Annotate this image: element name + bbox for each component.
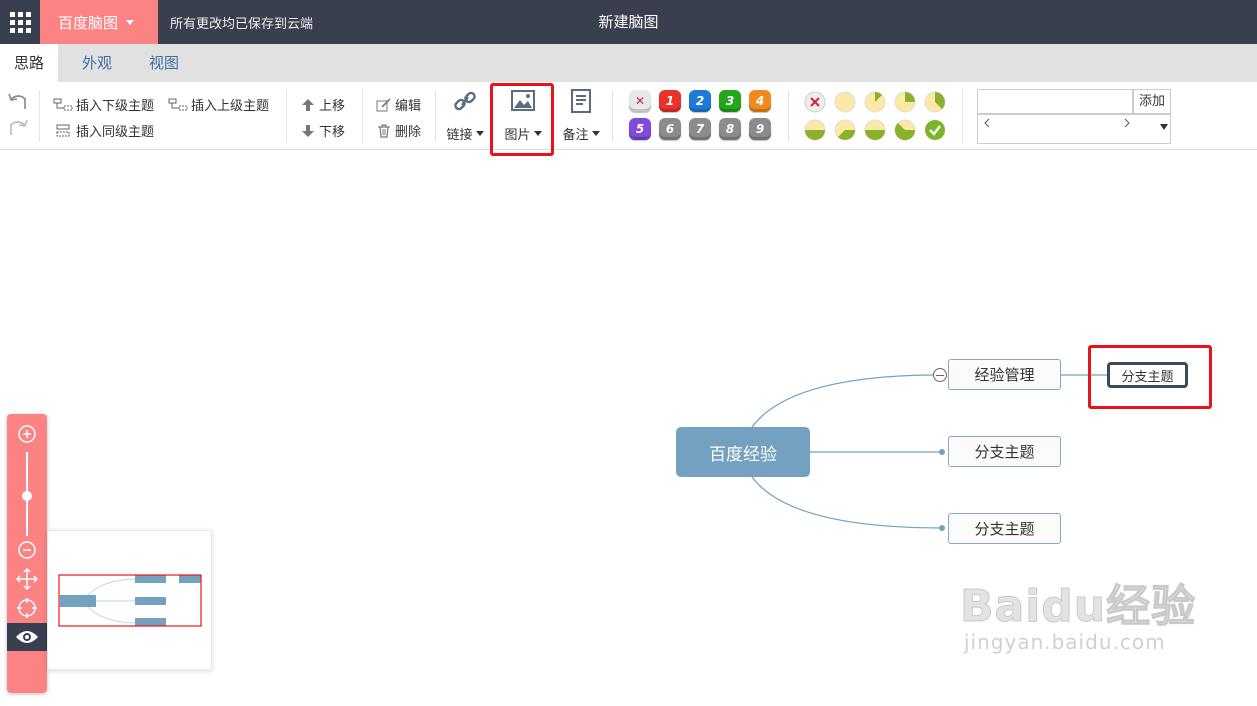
tab-appearance[interactable]: 外观 [68,44,126,82]
link-icon [454,91,476,111]
resource-list[interactable] [977,114,1171,144]
delete-label: 删除 [395,125,422,140]
priority-5-icon[interactable]: 5 [629,118,651,140]
move-icon[interactable] [16,568,38,590]
chevron-down-icon[interactable] [1159,123,1169,131]
insert-sibling-label: 插入同级主题 [76,125,155,140]
edit-icon [376,97,391,111]
tab-view[interactable]: 视图 [135,44,193,82]
delete-button[interactable]: 删除 [376,121,421,140]
resource-add-button[interactable]: 添加 [1133,89,1171,114]
priority-4-icon[interactable]: 4 [749,90,771,112]
navigator-map [58,574,202,627]
priority-7-icon[interactable]: 7 [689,118,711,140]
priority-2-icon[interactable]: 2 [689,90,711,112]
navigator-preview[interactable] [47,530,212,670]
locate-icon[interactable] [16,597,38,619]
grid-icon [9,11,31,33]
insert-child-icon [53,98,73,110]
app-grid-button[interactable] [0,0,40,44]
redo-icon [10,119,28,135]
watermark-url: jingyan.baidu.com [964,630,1166,654]
topic-node[interactable]: 经验管理 [948,359,1061,390]
priority-1-icon[interactable]: 1 [659,90,681,112]
insert-sibling-button[interactable]: 插入同级主题 [53,121,154,140]
link-button[interactable]: 链接 [442,88,488,143]
progress-clear-icon[interactable] [804,91,826,113]
progress-0-icon[interactable] [834,91,856,113]
link-label: 链接 [446,128,473,143]
image-button[interactable]: 图片 [500,88,546,143]
navigator-toggle[interactable] [7,623,47,651]
watermark: Baidu经验 jingyan.baidu.com [959,570,1197,655]
progress-3-icon[interactable] [924,91,946,113]
root-node[interactable]: 百度经验 [676,427,810,477]
tab-idea[interactable]: 思路 [0,44,58,82]
arrow-down-icon [302,124,314,137]
topic-node[interactable]: 分支主题 [948,513,1061,544]
insert-parent-label: 插入上级主题 [191,99,270,114]
progress-1-icon[interactable] [864,91,886,113]
move-down-button[interactable]: 下移 [300,121,345,140]
undo-button[interactable] [7,91,32,111]
priority-6-icon[interactable]: 6 [659,118,681,140]
progress-6-icon[interactable] [864,119,886,141]
chevron-down-icon [533,131,542,136]
undo-icon [8,93,26,109]
watermark-brand: Baidu经验 [959,581,1197,633]
note-button[interactable]: 备注 [558,88,604,143]
insert-child-button[interactable]: 插入下级主题 [53,95,154,114]
priority-9-icon[interactable]: 9 [749,118,771,140]
tab-bar: 思路 外观 视图 [0,44,1257,82]
brand-label: 百度脑图 [58,13,119,32]
collapse-toggle[interactable] [933,368,947,382]
move-up-label: 上移 [319,99,346,114]
trash-icon [378,123,390,138]
progress-done-icon[interactable] [924,119,946,141]
zoom-in-icon[interactable] [17,424,37,444]
move-up-button[interactable]: 上移 [300,95,345,114]
note-icon [571,89,591,113]
chevron-left-icon[interactable] [982,118,992,128]
selected-topic-node[interactable]: 分支主题 [1107,362,1188,388]
progress-4-icon[interactable] [804,119,826,141]
insert-sibling-icon [56,124,70,136]
priority-3-icon[interactable]: 3 [719,90,741,112]
brand-menu-button[interactable]: 百度脑图 [40,0,158,44]
note-label: 备注 [562,128,589,143]
image-icon [511,90,535,111]
eye-icon [16,631,38,643]
zoom-out-icon[interactable] [17,540,37,560]
insert-parent-icon [168,98,188,110]
insert-parent-button[interactable]: 插入上级主题 [168,95,269,114]
redo-button[interactable] [7,117,32,137]
chevron-down-icon [475,131,484,136]
resource-input[interactable] [977,89,1133,114]
move-down-label: 下移 [319,125,346,140]
progress-5-icon[interactable] [834,119,856,141]
edit-button[interactable]: 编辑 [376,95,421,114]
priority-clear-icon[interactable]: ✕ [629,90,651,112]
chevron-down-icon [126,19,135,25]
arrow-up-icon [302,98,314,111]
edit-label: 编辑 [395,99,422,114]
insert-child-label: 插入下级主题 [76,99,155,114]
save-status: 所有更改均已保存到云端 [170,17,314,32]
chevron-down-icon [591,131,600,136]
topic-node[interactable]: 分支主题 [948,436,1061,467]
progress-2-icon[interactable] [894,91,916,113]
image-label: 图片 [504,128,531,143]
progress-7-icon[interactable] [894,119,916,141]
chevron-right-icon[interactable] [1122,118,1132,128]
zoom-panel [7,414,47,693]
zoom-slider-handle[interactable] [22,491,32,501]
priority-8-icon[interactable]: 8 [719,118,741,140]
top-bar: 百度脑图 所有更改均已保存到云端 新建脑图 [0,0,1257,44]
